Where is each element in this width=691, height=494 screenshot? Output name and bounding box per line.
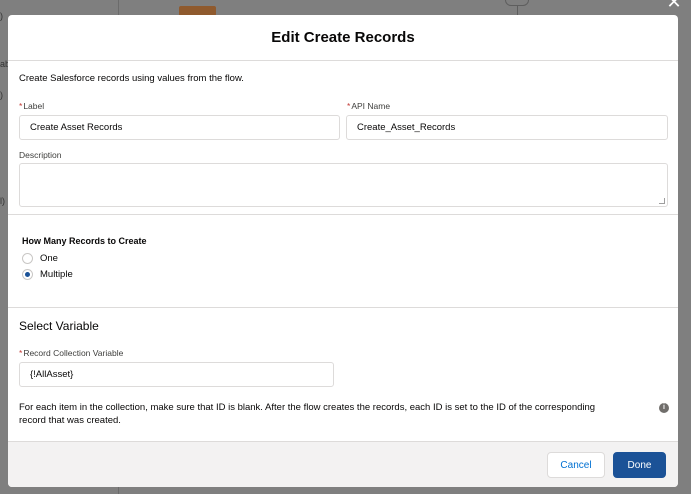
record-collection-variable-label: *Record Collection Variable — [19, 348, 124, 358]
record-collection-variable-input[interactable]: {!AllAsset} — [19, 362, 334, 387]
radio-dot — [25, 272, 30, 277]
description-textarea[interactable] — [19, 163, 668, 207]
select-variable-title: Select Variable — [19, 319, 99, 333]
done-button[interactable]: Done — [613, 452, 666, 478]
section-divider — [8, 307, 678, 308]
radio-label: Multiple — [40, 269, 73, 280]
info-icon[interactable]: i — [659, 403, 669, 413]
records-to-create-heading: How Many Records to Create — [22, 236, 147, 246]
background-text-fragment: l) — [0, 196, 5, 206]
required-marker: * — [19, 348, 23, 358]
radio-label: One — [40, 253, 58, 264]
background-text-fragment: ) — [0, 90, 3, 100]
radio-unchecked-icon[interactable] — [22, 253, 33, 264]
edit-create-records-modal: Edit Create Records Create Salesforce re… — [8, 15, 678, 487]
modal-header: Edit Create Records — [8, 15, 678, 61]
section-divider — [8, 214, 678, 215]
required-marker: * — [347, 101, 351, 111]
required-marker: * — [19, 101, 23, 111]
intro-text: Create Salesforce records using values f… — [19, 73, 244, 84]
modal-footer: Cancel Done — [8, 441, 678, 487]
label-field-label: *Label — [19, 101, 45, 111]
label-input[interactable]: Create Asset Records — [19, 115, 340, 140]
resize-grip-icon[interactable] — [659, 198, 665, 204]
close-icon[interactable]: ✕ — [664, 0, 684, 11]
api-name-field-label: *API Name — [347, 101, 391, 111]
radio-option-multiple[interactable]: Multiple — [22, 269, 73, 280]
description-field-label: Description — [19, 150, 62, 160]
radio-checked-icon[interactable] — [22, 269, 33, 280]
cancel-button[interactable]: Cancel — [547, 452, 605, 478]
collection-help-text: For each item in the collection, make su… — [19, 402, 596, 426]
modal-title: Edit Create Records — [271, 29, 415, 46]
radio-option-one[interactable]: One — [22, 253, 58, 264]
api-name-input[interactable]: Create_Asset_Records — [346, 115, 668, 140]
background-text-fragment: ) — [0, 11, 3, 21]
